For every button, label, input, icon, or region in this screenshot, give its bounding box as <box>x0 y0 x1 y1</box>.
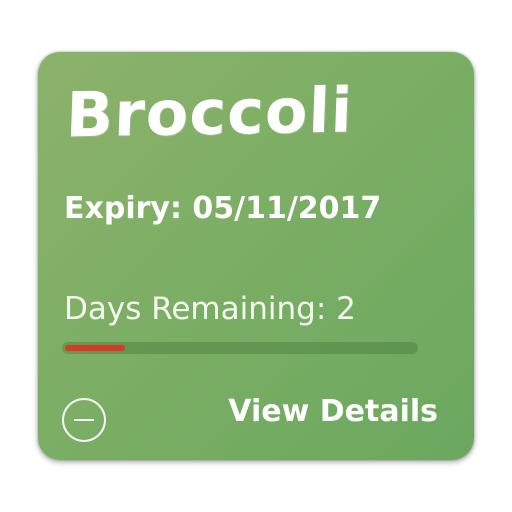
days-remaining-progress <box>62 342 418 354</box>
minus-circle-icon <box>74 419 94 421</box>
item-title: Broccoli <box>64 73 355 152</box>
progress-fill <box>65 345 125 351</box>
remove-button[interactable] <box>62 398 106 442</box>
view-details-button[interactable]: View Details <box>228 397 438 427</box>
food-item-card: Broccoli Expiry: 05/11/2017 Days Remaini… <box>38 52 474 460</box>
days-remaining-label: Days Remaining: 2 <box>64 291 356 327</box>
expiry-date: Expiry: 05/11/2017 <box>64 191 382 226</box>
